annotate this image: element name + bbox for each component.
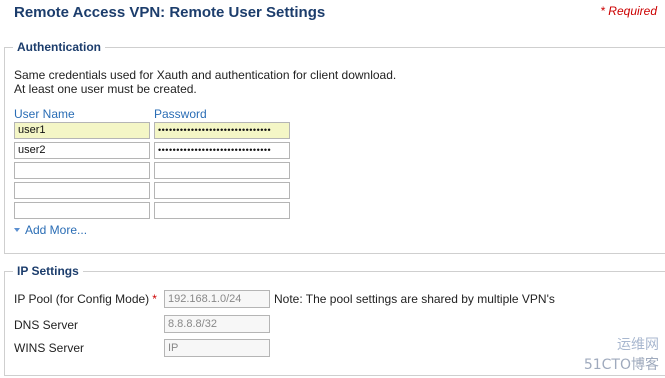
- chevron-down-icon: [14, 228, 20, 232]
- wins-server-input[interactable]: IP: [164, 339, 270, 357]
- user-name-input-5[interactable]: [14, 202, 150, 219]
- add-more-label: Add More...: [25, 223, 88, 237]
- password-input-5[interactable]: [154, 202, 290, 219]
- wins-server-label: WINS Server: [14, 341, 85, 355]
- ip-pool-note: Note: The pool settings are shared by mu…: [274, 292, 555, 306]
- watermark-line1: 运维网: [617, 337, 659, 353]
- watermark: 运维网 51CTO博客: [584, 334, 659, 374]
- auth-description-line1: Same credentials used for Xauth and auth…: [14, 68, 397, 82]
- password-input-1[interactable]: •••••••••••••••••••••••••••••••: [154, 122, 290, 139]
- watermark-line2: 51CTO博客: [583, 357, 659, 373]
- authentication-section: Authentication Same credentials used for…: [4, 40, 665, 254]
- add-more-link[interactable]: Add More...: [14, 223, 87, 237]
- user-name-input-2[interactable]: user2: [14, 142, 150, 159]
- user-name-column-header: User Name: [14, 107, 75, 121]
- password-input-4[interactable]: [154, 182, 290, 199]
- user-name-input-1[interactable]: user1: [14, 122, 150, 139]
- required-note: * Required: [600, 4, 657, 18]
- auth-description-line2: At least one user must be created.: [14, 82, 197, 96]
- user-name-input-3[interactable]: [14, 162, 150, 179]
- password-input-3[interactable]: [154, 162, 290, 179]
- authentication-legend: Authentication: [13, 40, 105, 54]
- ip-settings-section: IP Settings IP Pool (for Config Mode) * 1…: [4, 264, 665, 376]
- password-column-header: Password: [154, 107, 207, 121]
- ip-settings-legend: IP Settings: [13, 264, 83, 278]
- ip-pool-label: IP Pool (for Config Mode) *: [14, 292, 157, 306]
- required-asterisk: *: [152, 292, 157, 306]
- password-input-2[interactable]: •••••••••••••••••••••••••••••••: [154, 142, 290, 159]
- dns-server-label: DNS Server: [14, 318, 79, 332]
- ip-pool-label-text: IP Pool (for Config Mode): [14, 292, 150, 306]
- dns-server-input[interactable]: 8.8.8.8/32: [164, 315, 270, 333]
- ip-pool-input[interactable]: 192.168.1.0/24: [164, 290, 270, 308]
- page-title: Remote Access VPN: Remote User Settings: [14, 4, 326, 21]
- user-name-input-4[interactable]: [14, 182, 150, 199]
